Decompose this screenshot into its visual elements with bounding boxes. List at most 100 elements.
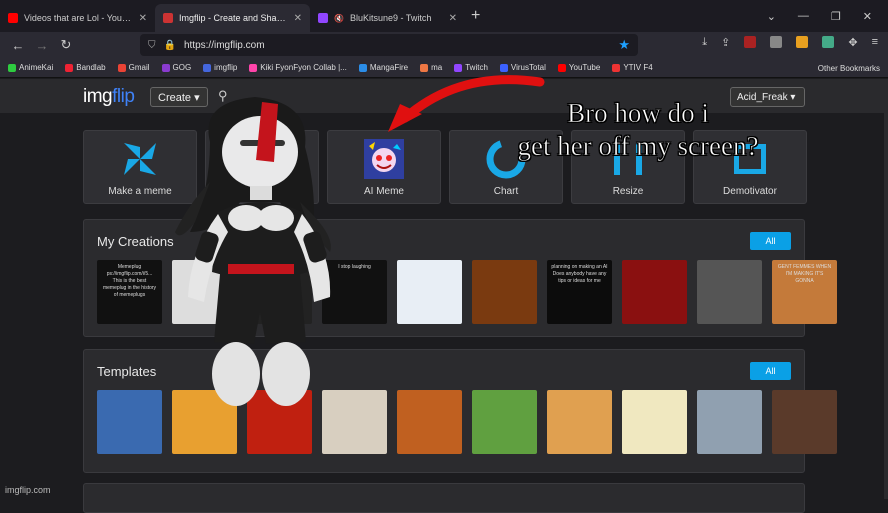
bookmark-label: imgflip — [214, 63, 238, 72]
creation-thumbnail[interactable] — [397, 260, 462, 324]
tab-youtube[interactable]: Videos that are Lol - YouTube ✕ — [0, 4, 155, 32]
creation-thumbnail[interactable] — [622, 260, 687, 324]
creation-thumbnail[interactable] — [697, 260, 762, 324]
bookmark-item[interactable]: Bandlab — [65, 63, 106, 72]
template-thumbnail[interactable] — [697, 390, 762, 454]
bookmark-favicon-icon — [8, 63, 16, 72]
thumbnail-text: GENT FEMMES WHEN I'M MAKING IT'S GONNA — [777, 264, 833, 284]
bookmark-label: Bandlab — [76, 63, 106, 72]
tab-title: Videos that are Lol - YouTube — [24, 13, 133, 23]
tab-imgflip[interactable]: Imgflip - Create and Share Awe ✕ — [155, 4, 310, 32]
bookmark-star-icon[interactable]: ★ — [618, 37, 630, 53]
download-icon[interactable]: ⤓ — [702, 36, 707, 49]
new-tab-button[interactable]: + — [471, 7, 480, 25]
template-thumbnail[interactable] — [772, 390, 837, 454]
bookmark-item[interactable]: Gmail — [117, 63, 150, 72]
bookmark-favicon-icon — [203, 63, 212, 72]
muted-speaker-icon[interactable]: 🔇 — [334, 14, 344, 23]
creation-thumbnail[interactable]: planning on making an AI Does anybody ha… — [547, 260, 612, 324]
bookmark-favicon-icon — [117, 63, 126, 72]
caption-line: Bro how do i — [567, 98, 709, 129]
close-icon[interactable]: ✕ — [139, 13, 147, 24]
panel-title: Templates — [97, 364, 157, 379]
bookmark-label: GOG — [172, 63, 192, 72]
share-icon[interactable]: ⇪ — [721, 36, 730, 49]
bookmark-favicon-icon — [358, 63, 367, 72]
tab-list-icon[interactable]: ⌄ — [767, 10, 776, 23]
ai-robot-icon — [363, 138, 405, 180]
extension-icon[interactable] — [770, 36, 783, 48]
pinwheel-icon — [119, 138, 161, 180]
bookmark-label: AnimeKai — [19, 63, 54, 72]
creation-thumbnail[interactable]: GENT FEMMES WHEN I'M MAKING IT'S GONNA — [772, 260, 837, 324]
tool-label: Make a meme — [108, 185, 172, 197]
ublock-icon[interactable] — [744, 36, 757, 48]
creation-thumbnail[interactable]: Memeplug ps://imgflip.com/i/5... This is… — [97, 260, 162, 324]
close-icon[interactable]: ✕ — [449, 13, 457, 24]
scrollbar[interactable] — [884, 79, 888, 499]
restore-icon[interactable]: ❐ — [831, 10, 841, 23]
tool-label: Demotivator — [723, 185, 777, 197]
logo-text: img — [83, 86, 113, 107]
thumbnail-text: Memeplug ps://imgflip.com/i/5... This is… — [102, 264, 157, 298]
bookmark-favicon-icon — [249, 63, 258, 72]
close-icon[interactable]: ✕ — [294, 13, 302, 24]
youtube-icon — [8, 13, 18, 23]
template-thumbnail[interactable] — [547, 390, 612, 454]
bookmark-label: Kiki FyonFyon Collab |... — [260, 63, 347, 72]
puzzle-icon[interactable]: ✥ — [848, 36, 857, 49]
tab-bar: Videos that are Lol - YouTube ✕ Imgflip … — [0, 0, 888, 32]
thumbnail-text — [697, 260, 762, 268]
shield-icon[interactable]: ⛉ — [148, 40, 156, 51]
minimize-icon[interactable]: — — [798, 10, 809, 22]
extension-icon[interactable] — [822, 36, 835, 48]
toolbar-extensions: ⤓ ⇪ ✥ ≡ — [702, 36, 878, 49]
bookmark-item[interactable]: Kiki FyonFyon Collab |... — [249, 63, 347, 72]
reload-icon[interactable]: ↻ — [54, 37, 78, 53]
next-panel — [83, 483, 805, 513]
caption-line: get her off my screen? — [517, 131, 759, 162]
tool-label: AI Meme — [363, 185, 404, 197]
all-creations-button[interactable]: All — [750, 232, 791, 250]
template-thumbnail[interactable] — [397, 390, 462, 454]
imgflip-logo[interactable]: imgflip — [83, 86, 135, 108]
bookmark-favicon-icon — [612, 63, 621, 72]
bookmark-favicon-icon — [557, 63, 566, 72]
bookmark-item[interactable]: imgflip — [203, 63, 237, 72]
tool-label: Chart — [493, 185, 519, 197]
all-templates-button[interactable]: All — [750, 362, 791, 380]
extension-icon[interactable] — [796, 36, 809, 48]
back-icon[interactable]: ← — [6, 38, 30, 53]
meme-caption: Bro how do i get her off my screen? — [458, 97, 818, 163]
template-thumbnail[interactable] — [472, 390, 537, 454]
menu-icon[interactable]: ≡ — [872, 36, 878, 49]
panel-title: My Creations — [97, 234, 174, 249]
close-window-icon[interactable]: ✕ — [863, 10, 872, 23]
thumbnail-text: planning on making an AI Does anybody ha… — [551, 264, 608, 284]
template-thumbnail[interactable] — [622, 390, 687, 454]
thumbnail-text — [622, 260, 687, 268]
tool-label: Resize — [612, 185, 644, 197]
bookmark-item[interactable]: GOG — [161, 63, 192, 72]
forward-icon[interactable]: → — [30, 38, 54, 53]
tab-twitch[interactable]: 🔇 BluKitsune9 - Twitch ✕ — [310, 4, 465, 32]
nav-bar: ← → ↻ ⛉ 🔒 https://imgflip.com ★ ⤓ ⇪ ✥ ≡ — [0, 32, 888, 58]
bookmark-item[interactable]: AnimeKai — [8, 63, 53, 72]
url-text[interactable]: https://imgflip.com — [184, 40, 265, 51]
character-figure — [175, 97, 331, 406]
logo-accent: flip — [112, 86, 135, 107]
bookmark-label: YTIV F4 — [623, 63, 653, 72]
thumbnail-text — [472, 260, 537, 268]
other-bookmarks[interactable]: Other Bookmarks — [818, 64, 880, 73]
thumbnail-text — [397, 260, 462, 268]
bookmark-favicon-icon — [161, 63, 170, 72]
lock-icon[interactable]: 🔒 — [164, 40, 176, 51]
bookmark-item[interactable]: YTIV F4 — [612, 63, 653, 72]
imgflip-icon — [163, 13, 173, 23]
url-bar[interactable]: ⛉ 🔒 https://imgflip.com ★ — [140, 34, 638, 56]
bookmark-item[interactable]: YouTube — [557, 63, 600, 72]
footer-watermark: imgflip.com — [5, 485, 51, 495]
window-controls: ⌄ — ❐ ✕ — [767, 0, 888, 32]
template-thumbnail[interactable] — [97, 390, 162, 454]
creation-thumbnail[interactable] — [472, 260, 537, 324]
